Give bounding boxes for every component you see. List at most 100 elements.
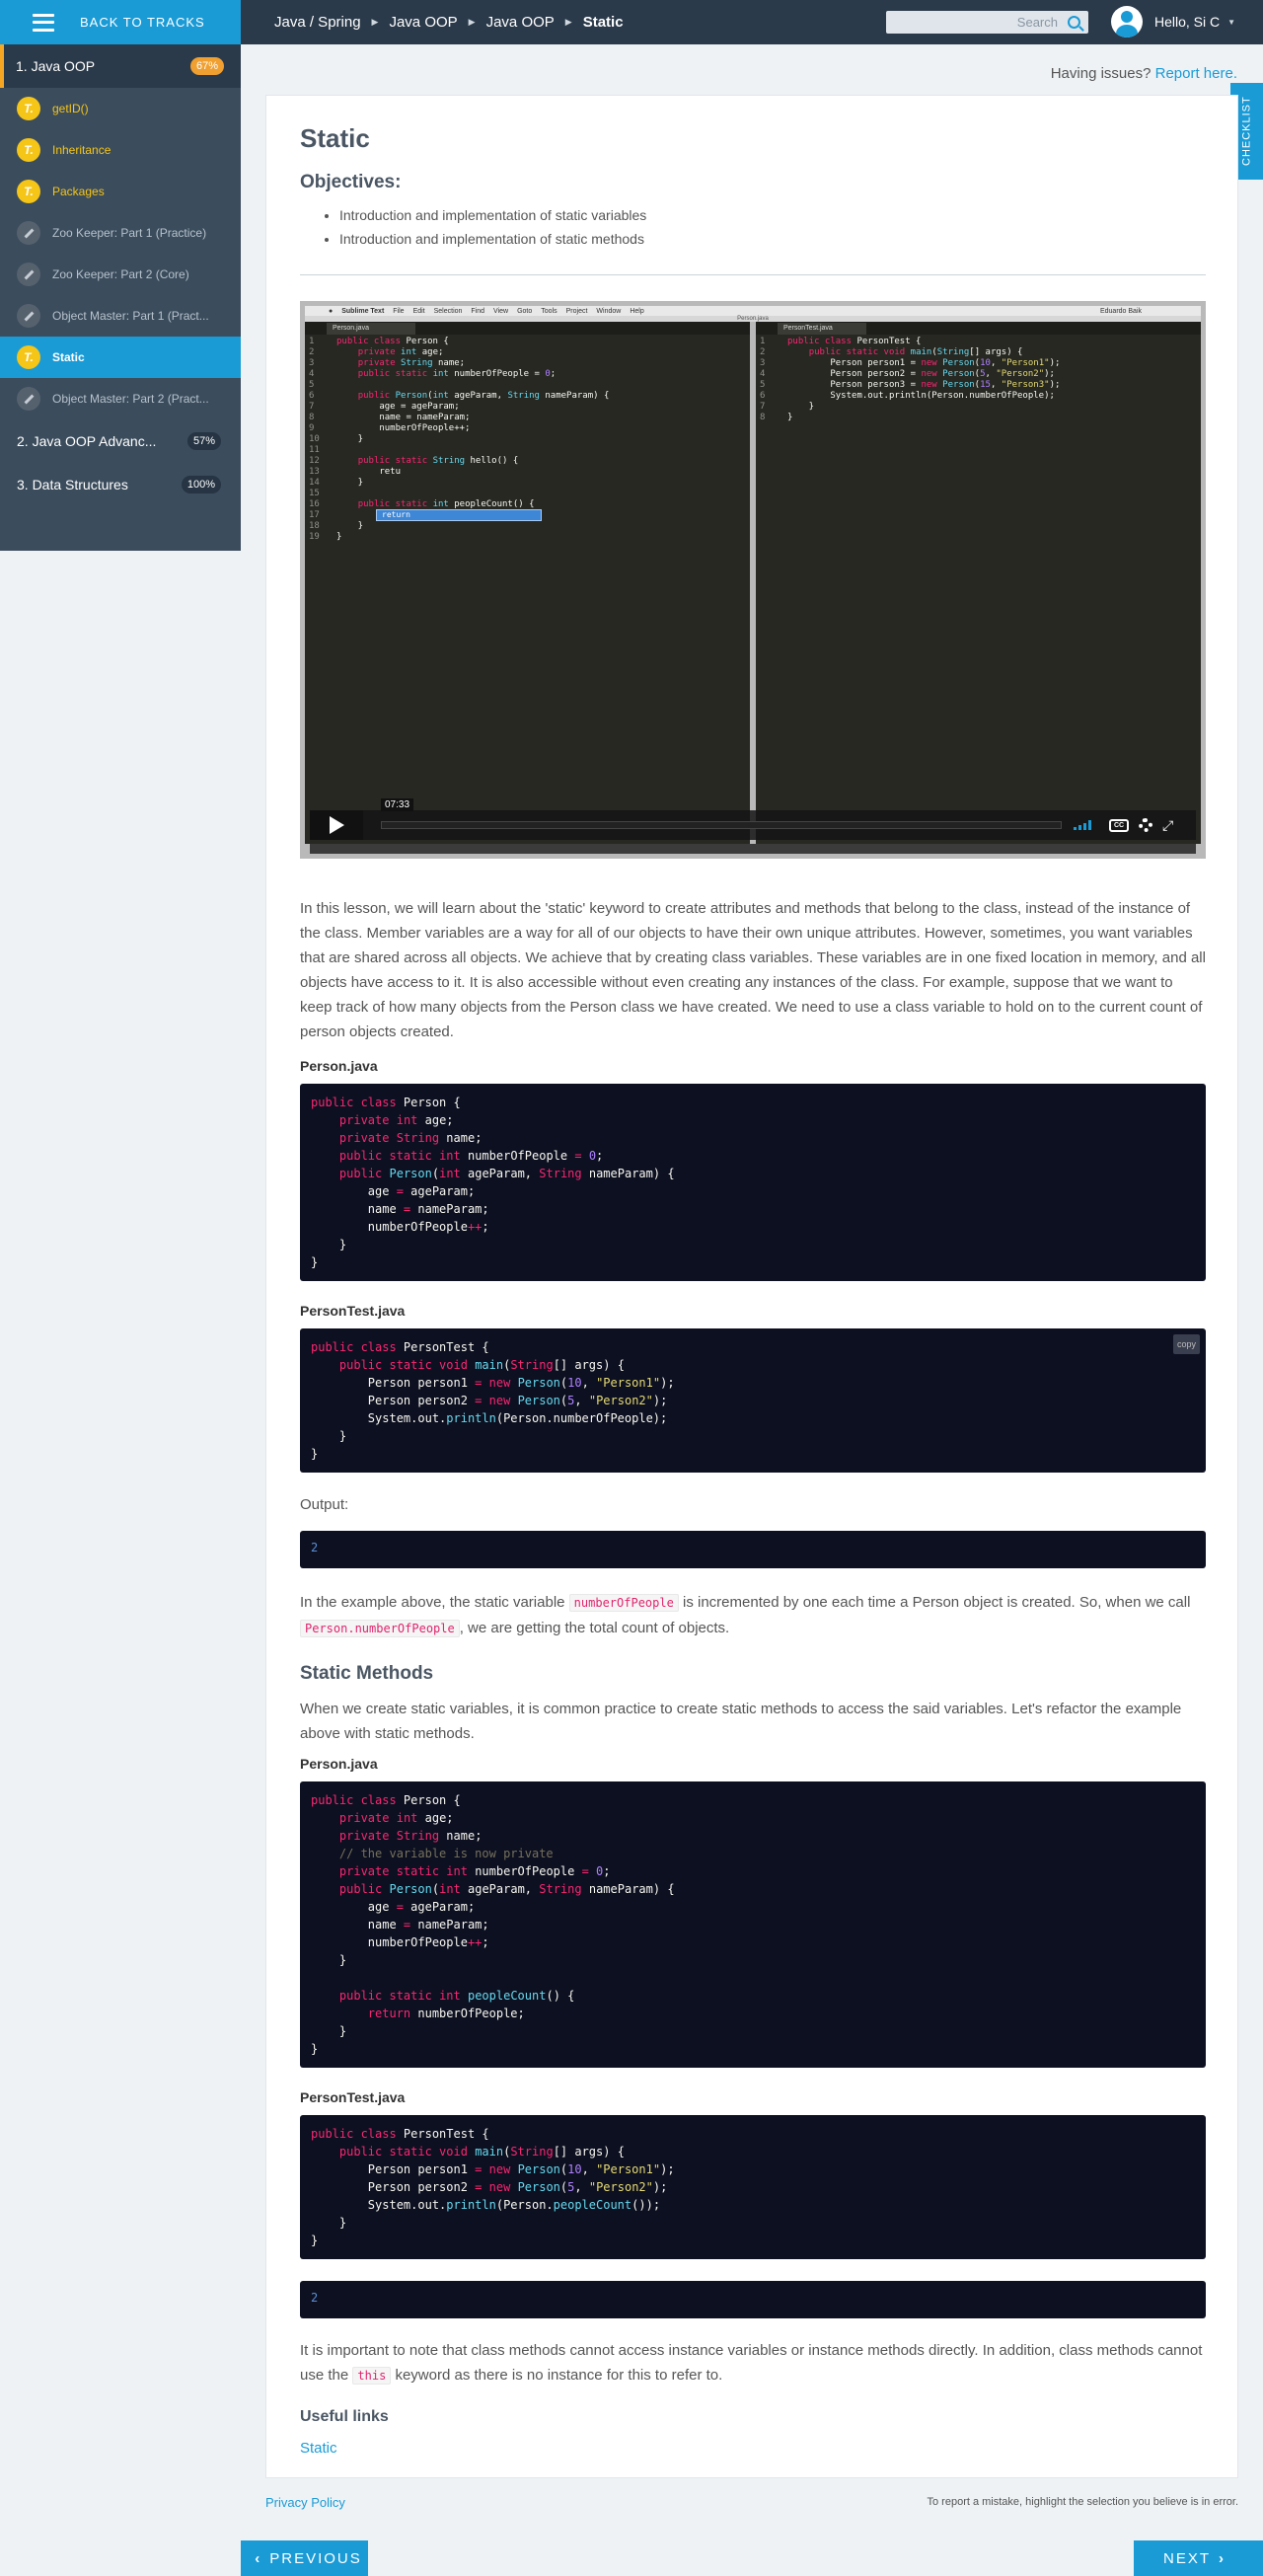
static-link[interactable]: Static xyxy=(300,2440,337,2457)
fullscreen-icon[interactable]: ⤢ xyxy=(1162,817,1173,834)
chevron-right-icon: ▶ xyxy=(468,17,476,27)
progress-badge: 100% xyxy=(181,476,221,493)
chevron-right-icon: ▶ xyxy=(371,17,379,27)
sidebar-item-object-master-2[interactable]: Object Master: Part 2 (Pract... xyxy=(0,378,241,419)
sidebar-item-label: Static xyxy=(52,350,85,364)
breadcrumb-item[interactable]: Java OOP xyxy=(389,14,457,31)
track-label: 1. Java OOP xyxy=(16,58,96,74)
mac-user: Eduardo Baik xyxy=(1099,307,1142,315)
editor-code-persontest: 1 public class PersonTest { 2 public stat… xyxy=(760,337,1061,422)
play-button[interactable] xyxy=(310,810,363,840)
inline-code: this xyxy=(352,2367,392,2385)
divider xyxy=(300,274,1206,275)
objectives-list: Introduction and implementation of stati… xyxy=(339,203,1206,251)
t-icon: T. xyxy=(17,138,40,162)
sidebar-item-label: Zoo Keeper: Part 1 (Practice) xyxy=(52,226,207,240)
lesson-video[interactable]: ● Sublime Text File Edit Selection Find … xyxy=(300,301,1206,859)
track-label: 2. Java OOP Advanc... xyxy=(17,433,157,449)
breadcrumb-item[interactable]: Java OOP xyxy=(486,14,555,31)
search-placeholder: Search xyxy=(1016,15,1058,30)
note-text: keyword as there is no instance for this… xyxy=(395,2367,723,2384)
privacy-policy-link[interactable]: Privacy Policy xyxy=(265,2495,345,2510)
sidebar-item-label: getID() xyxy=(52,102,89,115)
list-item: Introduction and implementation of stati… xyxy=(339,203,1206,227)
search-input[interactable]: Search xyxy=(886,11,1088,34)
methods-intro: When we create static variables, it is c… xyxy=(300,1701,1182,1742)
user-menu[interactable]: Hello, Si C ▼ xyxy=(1111,6,1235,38)
t-icon: T. xyxy=(17,180,40,203)
search-icon[interactable] xyxy=(1068,16,1080,29)
gear-icon[interactable] xyxy=(1139,818,1152,832)
apple-icon: ● xyxy=(329,307,334,315)
track-label: 3. Data Structures xyxy=(17,477,128,492)
editor-status-bar xyxy=(310,844,1196,854)
previous-button[interactable]: ‹ PREVIOUS xyxy=(241,2540,368,2576)
sidebar-track-java-oop-advanced[interactable]: 2. Java OOP Advanc... 57% xyxy=(0,419,241,463)
sidebar-item-static[interactable]: T. Static xyxy=(0,337,241,378)
menu-item: Selection xyxy=(433,307,463,315)
editor-pane-right: PersonTest.java 1 public class PersonTest… xyxy=(756,322,1201,844)
sidebar-item-object-master-1[interactable]: Object Master: Part 1 (Pract... xyxy=(0,295,241,337)
progress-badge: 57% xyxy=(186,432,221,450)
t-icon: T. xyxy=(17,97,40,120)
breadcrumb-current: Static xyxy=(582,14,624,31)
report-link[interactable]: Report here. xyxy=(1155,65,1237,82)
code-block-persontest: copy public class PersonTest { public sta… xyxy=(300,1328,1206,1473)
avatar[interactable] xyxy=(1111,6,1143,38)
menu-item: Help xyxy=(630,307,644,315)
lesson-card: Static Objectives: Introduction and impl… xyxy=(265,95,1238,2478)
breadcrumb-item[interactable]: Java / Spring xyxy=(274,14,361,31)
menu-item: View xyxy=(493,307,509,315)
issues-notice: Having issues? Report here. xyxy=(1051,65,1237,82)
next-button[interactable]: NEXT › xyxy=(1134,2540,1263,2576)
caret-down-icon[interactable]: ▼ xyxy=(1227,18,1235,27)
editor-tab: PersonTest.java xyxy=(778,323,866,335)
menu-item: File xyxy=(393,307,405,315)
editor-tab: Person.java xyxy=(327,323,415,335)
report-hint: To report a mistake, highlight the selec… xyxy=(927,2496,1239,2508)
sidebar-item-label: Zoo Keeper: Part 2 (Core) xyxy=(52,267,189,281)
code-label: PersonTest.java xyxy=(300,2089,406,2105)
sidebar-item-getid[interactable]: T. getID() xyxy=(0,88,241,129)
chevron-left-icon: ‹ xyxy=(255,2549,262,2567)
lesson-content: Static Objectives: Introduction and impl… xyxy=(300,123,1206,2458)
mac-menu-bar: ● Sublime Text File Edit Selection Find … xyxy=(305,306,1201,316)
code-label: Person.java xyxy=(300,1058,378,1074)
sidebar: 1. Java OOP 67% T. getID() T. Inheritanc… xyxy=(0,44,241,551)
note-paragraph: It is important to note that class metho… xyxy=(300,2338,1206,2388)
autocomplete-popup: return xyxy=(376,509,542,521)
sidebar-item-label: Object Master: Part 1 (Pract... xyxy=(52,309,209,323)
menu-item: Goto xyxy=(517,307,533,315)
page-title: Static xyxy=(300,123,370,153)
code-block-person: public class Person { private int age; p… xyxy=(300,1084,1206,1281)
hamburger-icon[interactable] xyxy=(33,13,54,32)
code-block-person-static: public class Person { private int age; p… xyxy=(300,1781,1206,2068)
sidebar-item-inheritance[interactable]: T. Inheritance xyxy=(0,129,241,171)
sidebar-current-track[interactable]: 1. Java OOP 67% xyxy=(0,44,241,88)
sidebar-item-packages[interactable]: T. Packages xyxy=(0,171,241,212)
menu-item: Project xyxy=(565,307,588,315)
copy-button[interactable]: copy xyxy=(1172,1334,1200,1354)
output-label: Output: xyxy=(300,1496,349,1513)
code-label: Person.java xyxy=(300,1756,378,1772)
menu-item: Edit xyxy=(412,307,425,315)
menu-item: Sublime Text xyxy=(341,307,385,315)
section-heading: Static Methods xyxy=(300,1663,434,1684)
sidebar-item-zoo-keeper-1[interactable]: Zoo Keeper: Part 1 (Practice) xyxy=(0,212,241,254)
explanation-paragraph: In the example above, the static variabl… xyxy=(300,1590,1206,1641)
back-to-tracks-button[interactable]: BACK TO TRACKS xyxy=(0,0,241,44)
user-greeting[interactable]: Hello, Si C xyxy=(1154,14,1220,30)
pencil-icon xyxy=(17,221,40,245)
video-progress-bar[interactable] xyxy=(381,821,1062,829)
volume-icon[interactable] xyxy=(1074,820,1097,830)
previous-label: PREVIOUS xyxy=(269,2549,362,2567)
editor-tabs: Person.java xyxy=(305,322,750,335)
sidebar-item-zoo-keeper-2[interactable]: Zoo Keeper: Part 2 (Core) xyxy=(0,254,241,295)
closed-captions-icon[interactable]: CC xyxy=(1109,818,1129,832)
editor-tabs: PersonTest.java xyxy=(756,322,1201,335)
sidebar-track-data-structures[interactable]: 3. Data Structures 100% xyxy=(0,463,241,506)
objectives-heading: Objectives: xyxy=(300,172,402,192)
output-block: 2 xyxy=(300,2281,1206,2318)
top-bar: BACK TO TRACKS Java / Spring ▶ Java OOP … xyxy=(0,0,1263,44)
time-tooltip: 07:33 xyxy=(381,798,414,811)
